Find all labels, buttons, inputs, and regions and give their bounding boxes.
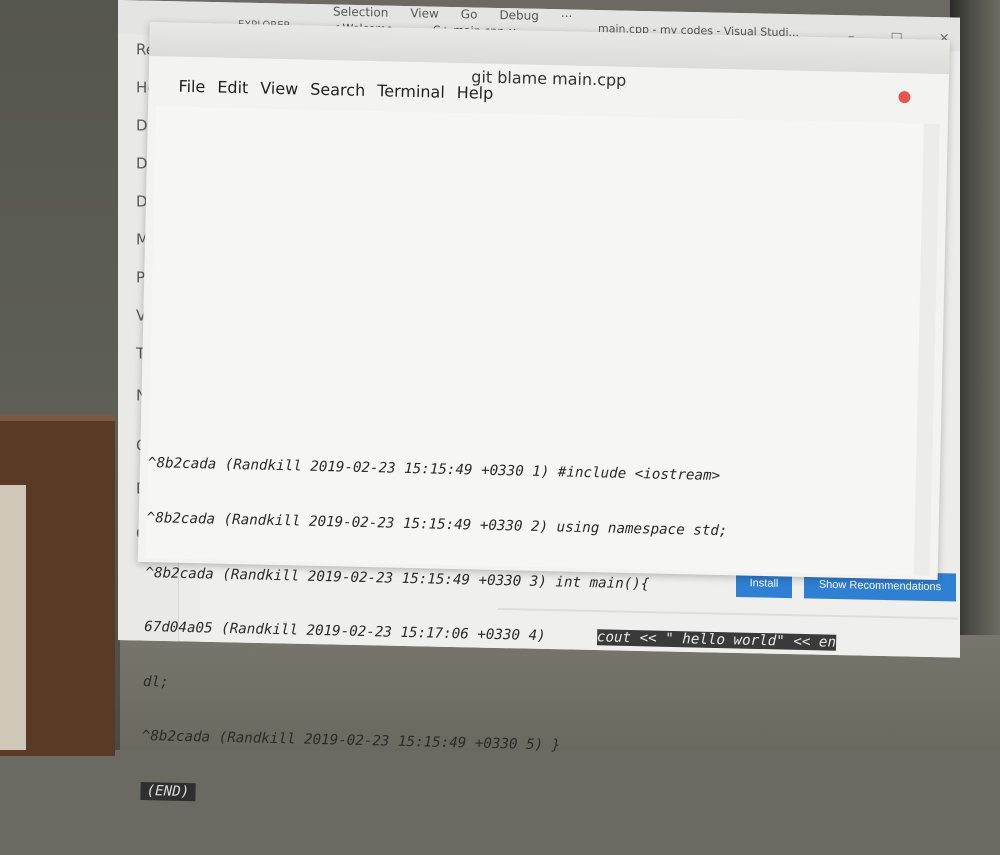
blame-line-text: ^8b2cada (Randkill 2019-02-23 15:15:49 +… [141,728,561,754]
highlighted-change: cout << " hello world" << en [596,629,837,651]
menu-view[interactable]: View [410,6,438,21]
blame-line: ^8b2cada (Randkill 2019-02-23 15:15:49 +… [142,727,922,763]
blame-line: 67d04a05 (Randkill 2019-02-23 15:17:06 +… [144,618,924,654]
menu-debug[interactable]: Debug [499,8,538,23]
blame-line: ^8b2cada (Randkill 2019-02-23 15:15:49 +… [145,564,925,600]
menu-file[interactable]: File [178,77,205,97]
blame-line: ^8b2cada (Randkill 2019-02-23 15:15:49 +… [147,509,927,545]
vscode-menubar: Selection View Go Debug ··· [333,5,572,24]
blame-line-text: ^8b2cada (Randkill 2019-02-23 15:15:49 +… [145,564,650,593]
blame-line-text: dl; [142,673,169,691]
blame-line-text: ^8b2cada (Randkill 2019-02-23 15:15:49 +… [146,510,728,540]
blame-line: ^8b2cada (Randkill 2019-02-23 15:15:49 +… [148,454,928,490]
blame-line-text: ^8b2cada (Randkill 2019-02-23 15:15:49 +… [147,455,721,485]
menu-go[interactable]: Go [461,7,478,21]
blame-line: dl; [143,673,923,709]
menu-more[interactable]: ··· [561,9,572,23]
terminal-window: git blame main.cpp File Edit View Search… [137,22,950,802]
menu-terminal[interactable]: Terminal [377,81,445,102]
end-marker: (END) [140,782,196,802]
menu-view[interactable]: View [260,79,298,99]
menu-edit[interactable]: Edit [217,78,248,98]
menu-help[interactable]: Help [457,83,494,103]
menu-search[interactable]: Search [310,80,365,100]
pager-prompt[interactable]: (END) [140,782,920,818]
blame-line-text: 67d04a05 (Randkill 2019-02-23 15:17:06 +… [144,619,598,646]
terminal-output[interactable]: ^8b2cada (Randkill 2019-02-23 15:15:49 +… [140,106,924,802]
door-panel [0,485,26,750]
menu-selection[interactable]: Selection [333,5,388,20]
blame-output: ^8b2cada (Randkill 2019-02-23 15:15:49 +… [140,418,929,854]
